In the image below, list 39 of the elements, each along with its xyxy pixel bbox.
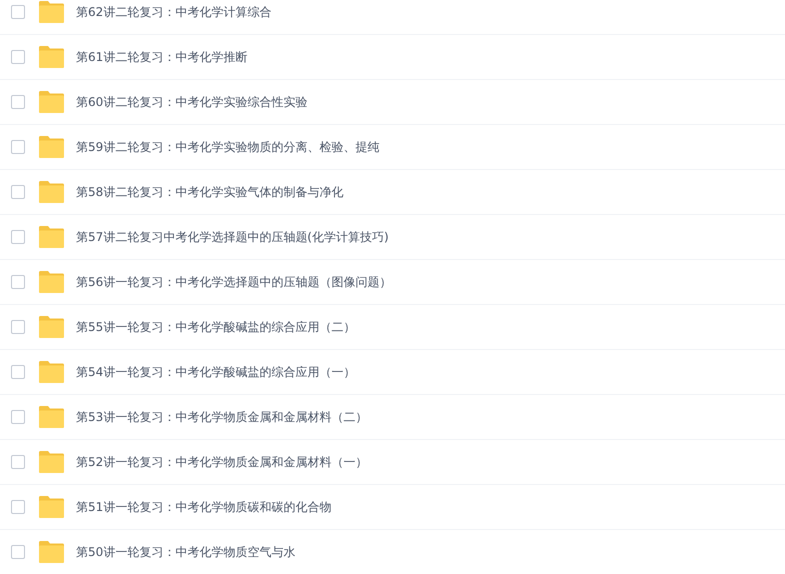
folder-name[interactable]: 第62讲二轮复习：中考化学计算综合	[76, 4, 272, 20]
checkbox[interactable]	[11, 410, 25, 424]
checkbox[interactable]	[11, 275, 25, 289]
folder-name[interactable]: 第51讲一轮复习：中考化学物质碳和碳的化合物	[76, 498, 332, 516]
folder-name[interactable]: 第59讲二轮复习：中考化学实验物质的分离、检验、提纯	[76, 138, 380, 156]
folder-icon	[38, 406, 64, 428]
checkbox[interactable]	[11, 545, 25, 559]
checkbox[interactable]	[11, 140, 25, 154]
folder-icon	[38, 361, 64, 383]
checkbox[interactable]	[11, 320, 25, 334]
folder-name[interactable]: 第58讲二轮复习：中考化学实验气体的制备与净化	[76, 184, 344, 200]
folder-icon	[38, 91, 64, 113]
checkbox[interactable]	[11, 500, 25, 514]
folder-icon	[38, 136, 64, 158]
folder-name[interactable]: 第52讲一轮复习：中考化学物质金属和金属材料（一）	[76, 454, 368, 470]
checkbox[interactable]	[11, 5, 25, 19]
folder-name[interactable]: 第55讲一轮复习：中考化学酸碱盐的综合应用（二）	[76, 318, 356, 336]
folder-icon	[38, 316, 64, 338]
folder-icon	[38, 1, 64, 23]
folder-icon	[38, 271, 64, 293]
checkbox[interactable]	[11, 230, 25, 244]
checkbox[interactable]	[11, 455, 25, 469]
folder-icon	[38, 46, 64, 68]
checkbox[interactable]	[11, 185, 25, 199]
folder-name[interactable]: 第57讲二轮复习中考化学选择题中的压轴题(化学计算技巧)	[76, 228, 389, 246]
folder-name[interactable]: 第61讲二轮复习：中考化学推断	[76, 48, 248, 66]
folder-name[interactable]: 第50讲一轮复习：中考化学物质空气与水	[76, 544, 296, 560]
folder-icon	[38, 451, 64, 473]
checkbox[interactable]	[11, 365, 25, 379]
folder-icon	[38, 181, 64, 203]
folder-icon	[38, 226, 64, 248]
folder-name[interactable]: 第53讲一轮复习：中考化学物质金属和金属材料（二）	[76, 408, 368, 426]
checkbox[interactable]	[11, 95, 25, 109]
folder-name[interactable]: 第54讲一轮复习：中考化学酸碱盐的综合应用（一）	[76, 364, 356, 380]
folder-name[interactable]: 第60讲二轮复习：中考化学实验综合性实验	[76, 94, 308, 110]
folder-icon	[38, 541, 64, 563]
checkbox[interactable]	[11, 50, 25, 64]
folder-name[interactable]: 第56讲一轮复习：中考化学选择题中的压轴题（图像问题）	[76, 274, 392, 290]
folder-icon	[38, 496, 64, 518]
